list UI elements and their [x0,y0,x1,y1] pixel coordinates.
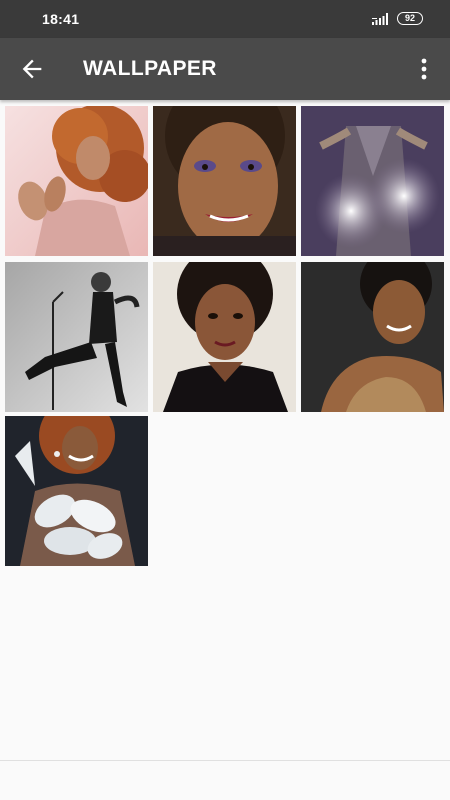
overflow-menu-button[interactable] [412,56,436,82]
wallpaper-thumbnail-4[interactable] [5,262,148,412]
wallpaper-thumbnail-3[interactable] [301,106,444,256]
wallpaper-image-3 [301,106,444,256]
wallpaper-image-7 [5,416,148,566]
wallpaper-thumbnail-2[interactable] [153,106,296,256]
wallpaper-thumbnail-1[interactable] [5,106,148,256]
wallpaper-image-1 [5,106,148,256]
page-title: WALLPAPER [83,57,217,80]
wallpaper-thumbnail-7[interactable] [5,416,148,566]
app-bar: WALLPAPER [0,38,450,100]
battery-icon: 92 [397,12,423,25]
battery-level: 92 [404,13,415,23]
wallpaper-thumbnail-5[interactable] [153,262,296,412]
more-vert-icon [421,58,427,80]
status-bar: 18:41 92 [0,0,450,38]
back-button[interactable] [18,55,46,83]
wallpaper-thumbnail-6[interactable] [301,262,444,412]
wallpaper-image-6 [301,262,444,412]
wallpaper-image-2 [153,106,296,256]
arrow-back-icon [22,59,42,79]
status-time: 18:41 [42,11,80,27]
bottom-divider [0,760,450,761]
wallpaper-image-5 [153,262,296,412]
signal-icon [372,13,388,25]
wallpaper-image-4 [5,262,148,412]
